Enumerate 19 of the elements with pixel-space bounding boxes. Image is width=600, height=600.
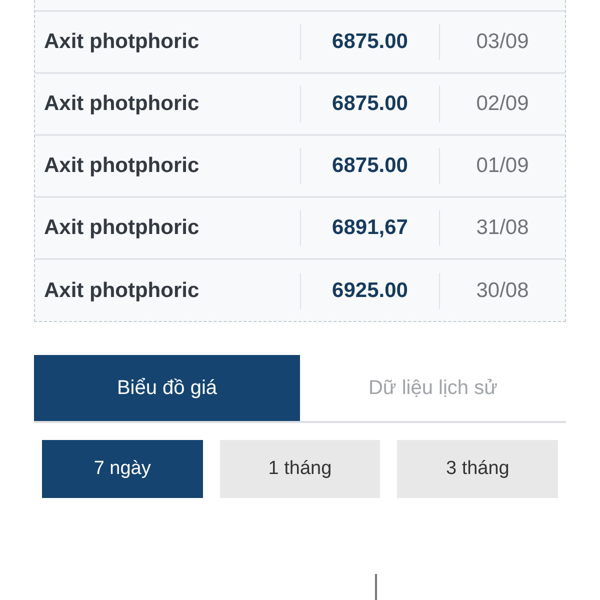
product-name: Axit photphoric [44, 278, 200, 302]
period-button[interactable]: 7 ngày [42, 440, 203, 498]
period-button[interactable]: 3 tháng [397, 440, 558, 498]
date-value: 03/09 [476, 30, 529, 54]
price-value: 6891,67 [332, 216, 408, 240]
product-name: Axit photphoric [44, 154, 200, 178]
date-value: 31/08 [476, 216, 529, 240]
price-value: 6875.00 [332, 92, 408, 116]
price-value: 6925.00 [332, 278, 408, 302]
period-button[interactable]: 1 tháng [220, 440, 380, 498]
date-value: 30/08 [476, 278, 529, 302]
product-name: Axit photphoric [44, 92, 200, 116]
date-value: 02/09 [476, 92, 529, 116]
date-value: 01/09 [476, 154, 529, 178]
price-value: 6875.00 [332, 30, 408, 54]
product-name: Axit photphoric [44, 30, 200, 54]
tab[interactable]: Biểu đồ giá [34, 355, 300, 421]
price-value: 6875.00 [332, 154, 408, 178]
product-name: Axit photphoric [44, 216, 200, 240]
